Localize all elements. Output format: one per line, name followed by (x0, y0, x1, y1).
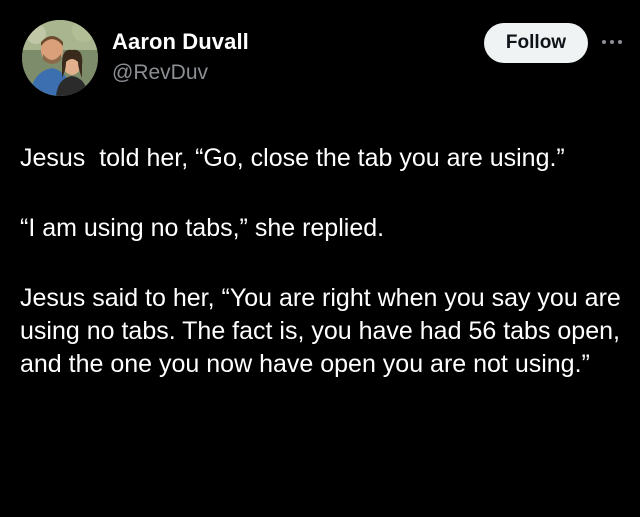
post-paragraph: Jesus said to her, “You are right when y… (20, 284, 628, 378)
avatar-photo-icon (22, 20, 98, 96)
author-names: Aaron Duvall @RevDuv (112, 28, 249, 87)
more-options-button[interactable] (600, 32, 624, 52)
follow-button[interactable]: Follow (484, 23, 588, 63)
post-paragraph: “I am using no tabs,” she replied. (20, 214, 385, 242)
avatar[interactable] (22, 20, 98, 96)
more-horizontal-icon (602, 40, 622, 44)
author-display-name[interactable]: Aaron Duvall (112, 28, 249, 56)
post-text: Jesus told her, “Go, close the tab you a… (20, 142, 625, 381)
post-paragraph: Jesus told her, “Go, close the tab you a… (20, 144, 565, 172)
author-handle[interactable]: @RevDuv (112, 59, 249, 87)
post-header: Aaron Duvall @RevDuv Follow (22, 20, 622, 100)
post-card: Aaron Duvall @RevDuv Follow Jesus told h… (0, 0, 640, 517)
